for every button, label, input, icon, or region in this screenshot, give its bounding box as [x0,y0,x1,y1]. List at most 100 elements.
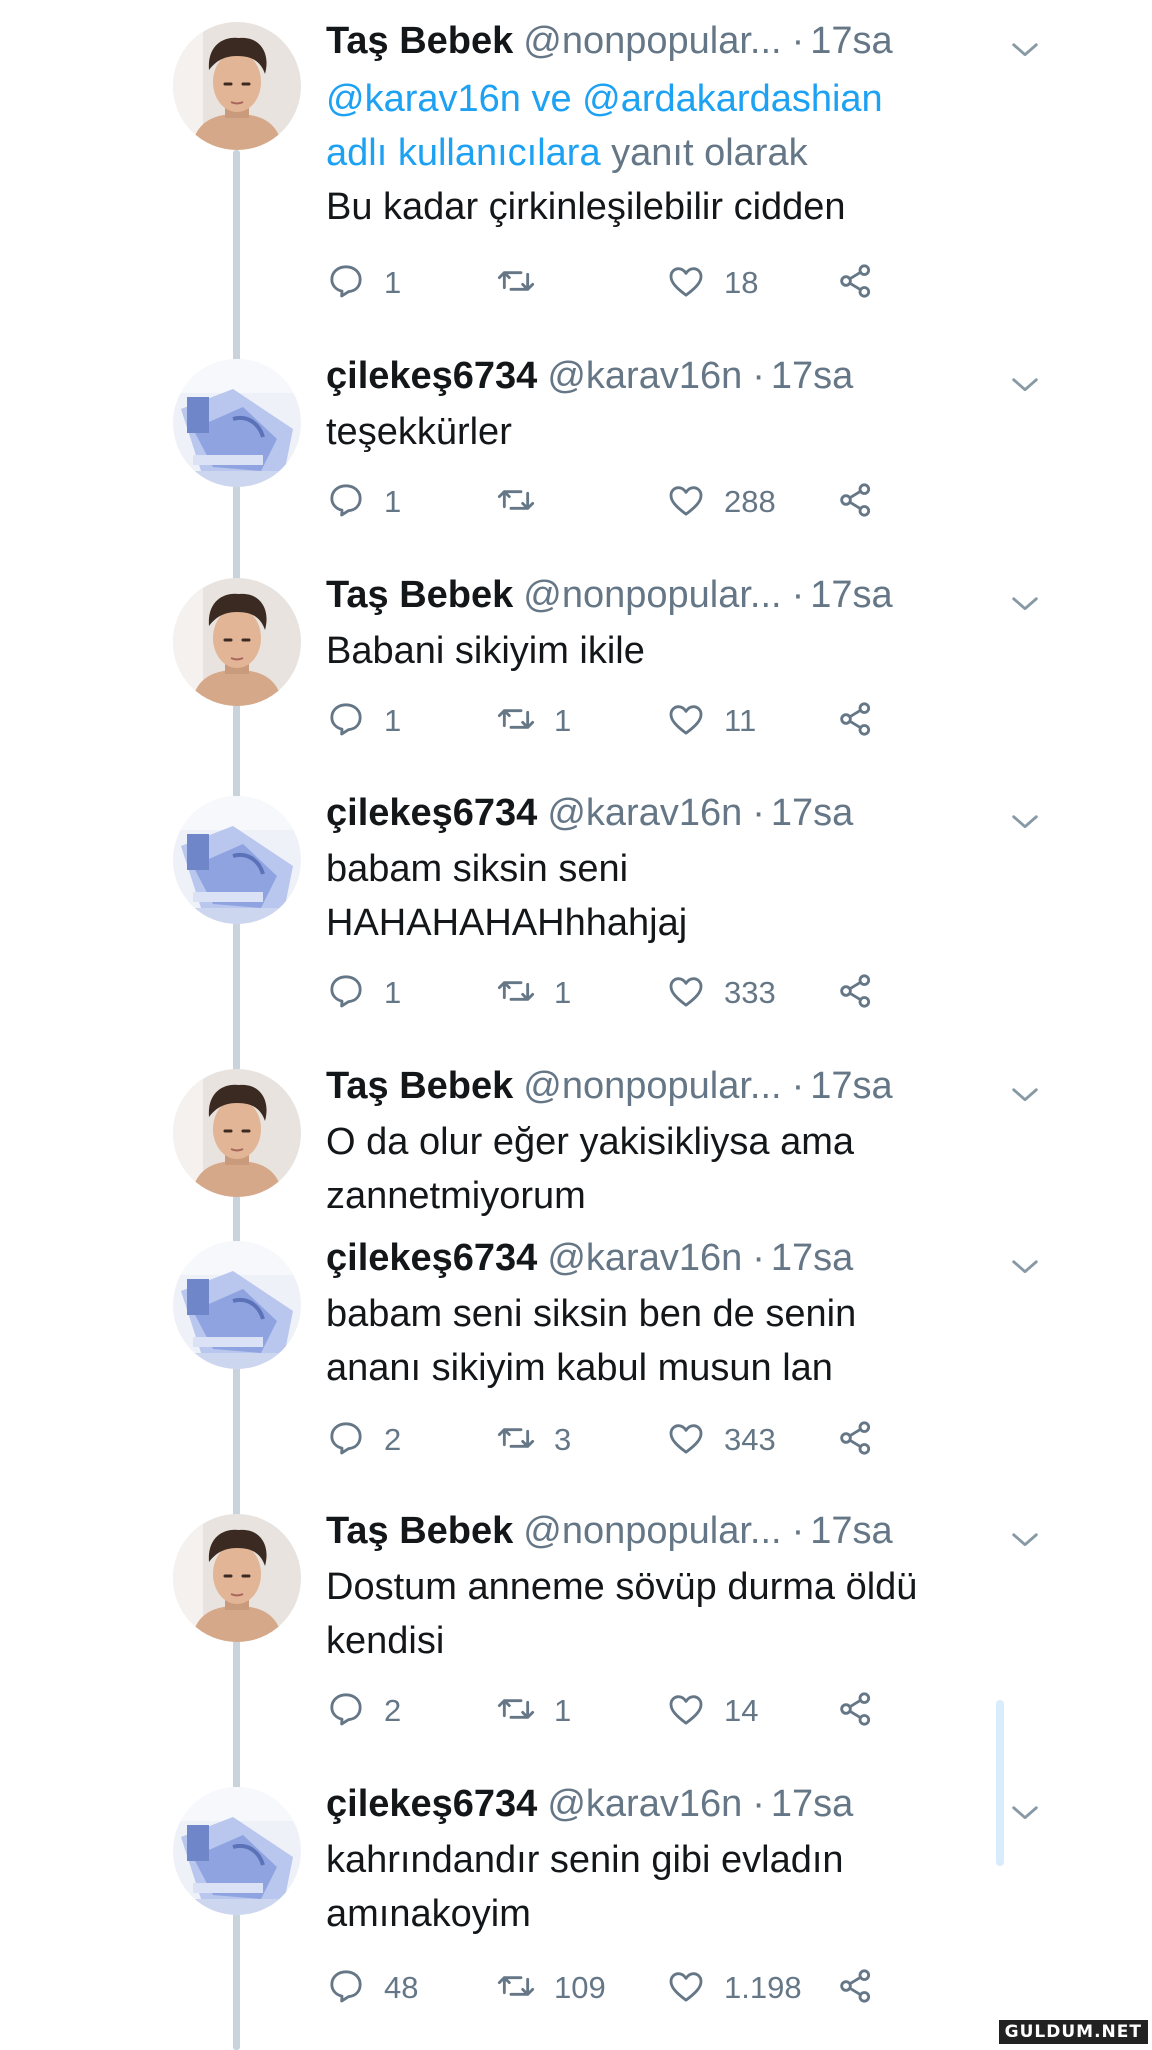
tweet-content: Taş Bebek @nonpopular... · 17sa O da olu… [326,1065,1042,1223]
timestamp[interactable]: 17sa [771,792,853,835]
tweet-text: Bu kadar çirkinleşilebilir cidden [326,186,846,228]
user-handle[interactable]: @nonpopular... [523,20,781,63]
share-button[interactable] [836,970,876,1016]
reply-context: @karav16n ve @ardakardashian adlı kullan… [326,78,883,174]
separator-dot: · [791,1065,805,1107]
timestamp[interactable]: 17sa [771,1237,853,1280]
share-icon [836,261,876,306]
display-name[interactable]: çilekeş6734 [326,355,537,398]
share-button[interactable] [836,1688,876,1734]
reply-button[interactable]: 1 [326,698,401,744]
reply-count: 2 [384,1693,402,1728]
tweet-header: çilekeş6734 @karav16n · 17sa [326,355,1042,405]
user-handle[interactable]: @karav16n [547,355,742,398]
like-button[interactable]: 14 [666,1688,758,1734]
timestamp[interactable]: 17sa [810,1065,892,1108]
user-handle[interactable]: @nonpopular... [523,1065,781,1108]
chevron-down-icon[interactable] [1008,1795,1042,1829]
tweet-header: Taş Bebek @nonpopular... · 17sa [326,1510,1042,1560]
reply-icon [326,1689,366,1734]
user-handle[interactable]: @karav16n [547,1237,742,1280]
chevron-down-icon[interactable] [1008,367,1042,401]
user-handle[interactable]: @nonpopular... [523,1510,781,1553]
timestamp[interactable]: 17sa [771,355,853,398]
timestamp[interactable]: 17sa [810,574,892,617]
separator-dot: · [791,1510,805,1552]
retweet-button[interactable]: 1 [496,1688,571,1734]
display-name[interactable]: Taş Bebek [326,1065,513,1108]
retweet-icon [496,971,536,1016]
replying-users-link[interactable]: adlı kullanıcılara [326,132,601,174]
display-name[interactable]: çilekeş6734 [326,1783,537,1826]
timestamp[interactable]: 17sa [810,20,892,63]
tweet-content: Taş Bebek @nonpopular... · 17sa Babani s… [326,574,1042,678]
share-button[interactable] [836,1417,876,1463]
retweet-button[interactable] [496,479,554,525]
avatar[interactable] [173,1241,301,1369]
tweet-header: Taş Bebek @nonpopular... · 17sa [326,574,1042,624]
like-count: 18 [724,265,759,300]
share-button[interactable] [836,479,876,525]
chevron-down-icon[interactable] [1008,1077,1042,1111]
reply-button[interactable]: 1 [326,479,401,525]
display-name[interactable]: Taş Bebek [326,20,513,63]
separator-dot: · [752,1783,765,1825]
like-button[interactable]: 288 [666,479,776,525]
retweet-button[interactable] [496,260,554,306]
avatar[interactable] [173,359,301,487]
user-handle[interactable]: @karav16n [547,1783,742,1826]
user-handle[interactable]: @karav16n [547,792,742,835]
reply-button[interactable]: 1 [326,970,401,1016]
retweet-button[interactable]: 3 [496,1417,571,1463]
share-button[interactable] [836,260,876,306]
mention-link[interactable]: @karav16n [326,78,521,120]
retweet-count: 1 [554,1693,572,1728]
chevron-down-icon[interactable] [1008,32,1042,66]
retweet-button[interactable]: 1 [496,698,571,744]
avatar[interactable] [173,22,301,150]
like-button[interactable]: 343 [666,1417,776,1463]
timestamp[interactable]: 17sa [810,1510,892,1553]
avatar[interactable] [173,578,301,706]
timestamp[interactable]: 17sa [771,1783,853,1826]
share-button[interactable] [836,1965,876,2011]
share-icon [836,699,876,744]
heart-icon [666,1966,706,2011]
avatar[interactable] [173,796,301,924]
reply-button[interactable]: 48 [326,1965,418,2011]
tweet-actions: 1 1 11 [326,698,886,744]
avatar[interactable] [173,1069,301,1197]
like-button[interactable]: 11 [666,698,756,744]
display-name[interactable]: Taş Bebek [326,574,513,617]
display-name[interactable]: Taş Bebek [326,1510,513,1553]
chevron-down-icon[interactable] [1008,804,1042,838]
avatar[interactable] [173,1787,301,1915]
mention-link[interactable]: @ardakardashian [582,78,883,120]
scrollbar[interactable] [996,1700,1004,1866]
share-button[interactable] [836,698,876,744]
reply-button[interactable]: 2 [326,1417,401,1463]
tweet-text: O da olur eğer yakisikliysa ama zannetmi… [326,1121,854,1217]
like-button[interactable]: 1.198 [666,1965,802,2011]
tweet-text: kahrındandır senin gibi evladın amınakoy… [326,1839,844,1935]
tweet-actions: 1 288 [326,479,886,525]
reply-button[interactable]: 2 [326,1688,401,1734]
display-name[interactable]: çilekeş6734 [326,792,537,835]
watermark: GULDUM.NET [998,2020,1148,2044]
like-button[interactable]: 18 [666,260,758,306]
retweet-button[interactable]: 1 [496,970,571,1016]
retweet-button[interactable]: 109 [496,1965,606,2011]
tweet-text: teşekkürler [326,411,512,453]
chevron-down-icon[interactable] [1008,1249,1042,1283]
avatar[interactable] [173,1514,301,1642]
like-count: 288 [724,484,776,519]
chevron-down-icon[interactable] [1008,1522,1042,1556]
tweet-content: çilekeş6734 @karav16n · 17sa babam seni … [326,1237,1042,1395]
chevron-down-icon[interactable] [1008,586,1042,620]
user-handle[interactable]: @nonpopular... [523,574,781,617]
retweet-icon [496,1418,536,1463]
display-name[interactable]: çilekeş6734 [326,1237,537,1280]
like-button[interactable]: 333 [666,970,776,1016]
reply-button[interactable]: 1 [326,260,401,306]
tweet-text: babam seni siksin ben de senin ananı sik… [326,1293,857,1389]
